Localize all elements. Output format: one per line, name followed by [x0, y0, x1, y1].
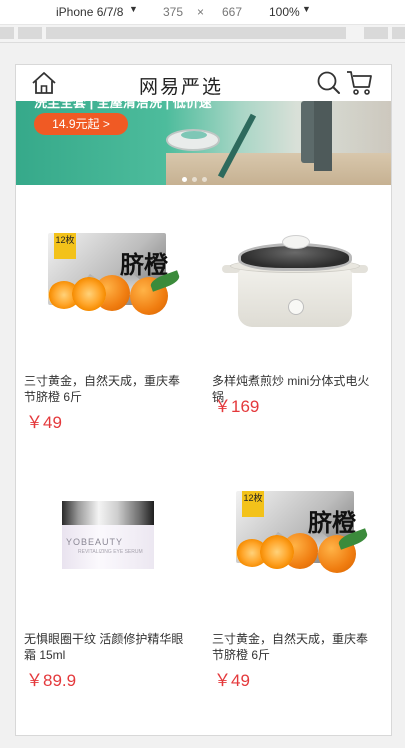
product-card[interactable]: YOBEAUTY REVITALIZING EYE SERUM 无惧眼圈干纹 活…: [16, 443, 196, 699]
carousel-indicator: [182, 169, 212, 182]
box-calligraphy: 脐橙: [120, 250, 168, 279]
media-query-segment[interactable]: [392, 27, 405, 39]
hot-pot-product-image: [220, 225, 370, 355]
robot-vacuum-top: [181, 131, 207, 139]
product-price: ￥49: [214, 671, 250, 690]
brand-logo[interactable]: 网易严选: [126, 72, 236, 99]
device-toolbar: iPhone 6/7/8 ▼ 375 × 667 100% ▼: [0, 0, 405, 25]
jar-lid: [62, 501, 154, 525]
quantity-badge: 12枚: [54, 233, 76, 259]
device-select[interactable]: iPhone 6/7/8: [56, 5, 123, 19]
product-card[interactable]: 多样炖煮煎炒 mini分体式电火锅 ￥169: [204, 185, 384, 441]
carousel-dot[interactable]: [192, 177, 197, 182]
banner-price-button[interactable]: 14.9元起 >: [34, 113, 128, 135]
hot-pot-lid-knob: [282, 235, 310, 249]
hot-pot-dial: [288, 299, 304, 315]
jar-body: [62, 525, 154, 569]
media-query-segment[interactable]: [364, 27, 388, 39]
box-calligraphy: 脐橙: [308, 508, 356, 537]
eye-cream-product-image: YOBEAUTY REVITALIZING EYE SERUM: [32, 483, 182, 613]
jar-brand-label: YOBEAUTY: [66, 537, 124, 547]
product-name[interactable]: 三寸黄金，自然天成，重庆奉节脐橙 6斤: [212, 631, 377, 663]
jar-sub-label: REVITALIZING EYE SERUM: [78, 549, 143, 555]
zoom-select[interactable]: 100%: [269, 5, 300, 19]
product-price: ￥169: [214, 397, 260, 416]
viewport-width-field[interactable]: 375: [163, 5, 183, 19]
device-chevron-down-icon[interactable]: ▼: [129, 4, 138, 14]
hot-pot-base: [238, 265, 352, 327]
viewport-height-field[interactable]: 667: [222, 5, 242, 19]
product-price: ￥89.9: [26, 671, 77, 690]
orange-product-image: 12枚 脐橙: [220, 483, 370, 613]
top-header: 网易严选: [16, 65, 391, 101]
media-query-segment[interactable]: [0, 27, 14, 39]
product-card[interactable]: 12枚 脐橙 三寸黄金，自然天成，重庆奉节脐橙 6斤 ￥49: [16, 185, 196, 441]
cart-icon[interactable]: [346, 69, 373, 96]
product-name[interactable]: 三寸黄金，自然天成，重庆奉节脐橙 6斤: [24, 373, 189, 405]
promo-banner[interactable]: 洗尘全套 | 全屋清洁洗 | 低价速 14.9元起 >: [16, 101, 391, 185]
orange-product-image: 12枚 脐橙: [32, 225, 182, 355]
media-query-bar: [0, 25, 405, 43]
banner-headline: 洗尘全套 | 全屋清洁洗 | 低价速: [34, 101, 212, 110]
search-icon[interactable]: [316, 70, 341, 95]
media-query-segment[interactable]: [46, 27, 346, 39]
home-icon[interactable]: [31, 71, 57, 95]
phone-viewport: 网易严选 洗尘全套 | 全屋清洁洗 | 低价速 14.9元起 > 12枚 脐橙 …: [15, 64, 392, 736]
person-image-leg: [314, 101, 332, 171]
orange-half: [72, 277, 106, 311]
product-name[interactable]: 无惧眼圈干纹 活颜修护精华眼霜 15ml: [24, 631, 189, 663]
product-card[interactable]: 12枚 脐橙 三寸黄金，自然天成，重庆奉节脐橙 6斤 ￥49: [204, 443, 384, 699]
media-query-segment[interactable]: [18, 27, 42, 39]
dimension-separator: ×: [197, 5, 205, 19]
zoom-chevron-down-icon[interactable]: ▼: [302, 4, 311, 14]
carousel-dot[interactable]: [202, 177, 207, 182]
product-price: ￥49: [26, 413, 62, 432]
orange-half: [260, 535, 294, 569]
quantity-badge: 12枚: [242, 491, 264, 517]
carousel-dot[interactable]: [182, 177, 187, 182]
